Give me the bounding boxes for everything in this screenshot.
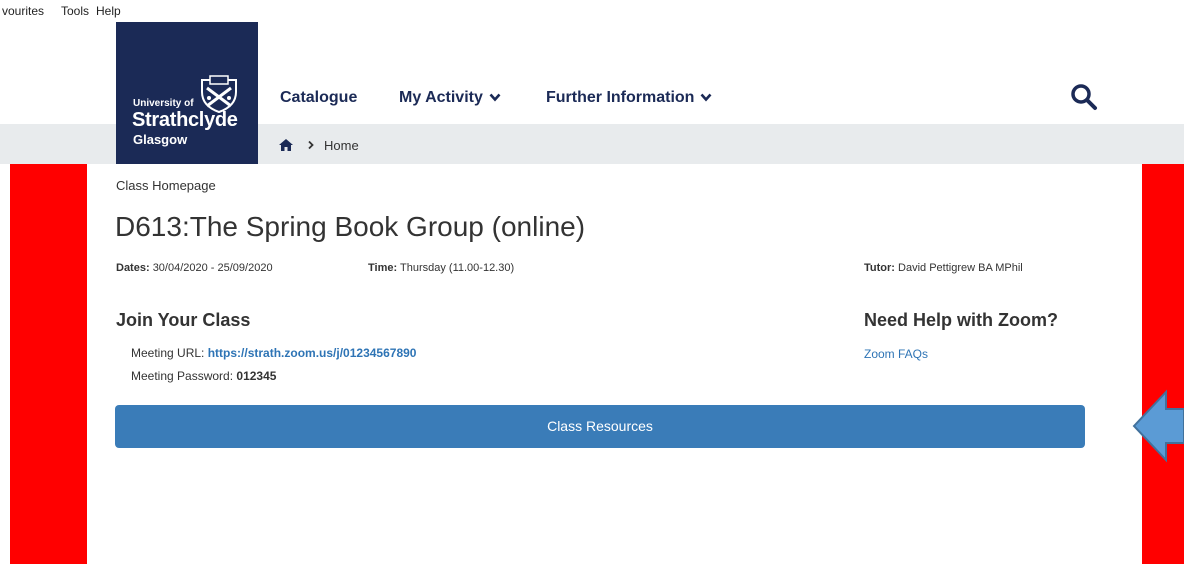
tutor-value: David Pettigrew BA MPhil: [898, 262, 1023, 274]
home-icon[interactable]: [279, 139, 293, 151]
chevron-right-icon: [308, 140, 314, 150]
right-red-bar: [1142, 164, 1184, 564]
dates-label: Dates:: [116, 262, 150, 274]
university-logo[interactable]: University of Strathclyde Glasgow: [116, 22, 258, 164]
time-label: Time:: [368, 262, 398, 274]
nav-further-information-label: Further Information: [546, 89, 695, 106]
arrow-left-icon: [1132, 389, 1184, 463]
meeting-password-line: Meeting Password: 012345: [131, 369, 276, 383]
search-icon[interactable]: [1070, 83, 1098, 111]
nav-further-information[interactable]: Further Information: [546, 89, 712, 107]
zoom-help-heading: Need Help with Zoom?: [864, 310, 1059, 330]
zoom-faqs-link[interactable]: Zoom FAQs: [864, 347, 928, 361]
chevron-down-icon: [700, 93, 712, 102]
menu-favourites[interactable]: vourites: [2, 0, 44, 22]
menu-help[interactable]: Help: [96, 0, 121, 22]
class-resources-button[interactable]: Class Resources: [115, 405, 1085, 448]
nav-catalogue[interactable]: Catalogue: [280, 89, 357, 107]
logo-glasgow: Glasgow: [133, 132, 188, 147]
meeting-password-label: Meeting Password:: [131, 369, 234, 383]
chevron-down-icon: [489, 93, 501, 102]
nav-my-activity[interactable]: My Activity: [399, 89, 501, 107]
meeting-url-label: Meeting URL:: [131, 346, 205, 360]
browser-menu-bar: vourites Tools Help: [0, 0, 1184, 22]
logo-strathclyde: Strathclyde: [132, 109, 238, 131]
menu-tools[interactable]: Tools: [61, 0, 89, 22]
section-label: Class Homepage: [116, 178, 216, 193]
logo-university-of: University of: [133, 98, 194, 109]
join-class-heading: Join Your Class: [116, 310, 251, 330]
left-red-bar: [10, 164, 87, 564]
breadcrumb-home[interactable]: Home: [324, 138, 359, 153]
nav-catalogue-label: Catalogue: [280, 89, 358, 106]
crest-icon: [201, 75, 237, 114]
page-title: D613:The Spring Book Group (online): [115, 211, 586, 242]
meeting-url-line: Meeting URL: https://strath.zoom.us/j/01…: [131, 346, 416, 360]
meeting-password-value: 012345: [236, 369, 277, 383]
class-dates: Dates: 30/04/2020 - 25/09/2020: [116, 262, 273, 274]
class-time: Time: Thursday (11.00-12.30): [368, 262, 514, 274]
tutor-label: Tutor:: [864, 262, 895, 274]
class-tutor: Tutor: David Pettigrew BA MPhil: [864, 262, 1023, 274]
dates-value: 30/04/2020 - 25/09/2020: [152, 262, 273, 274]
nav-my-activity-label: My Activity: [399, 89, 483, 106]
meeting-url-link[interactable]: https://strath.zoom.us/j/01234567890: [208, 346, 417, 360]
time-value: Thursday (11.00-12.30): [400, 262, 515, 274]
